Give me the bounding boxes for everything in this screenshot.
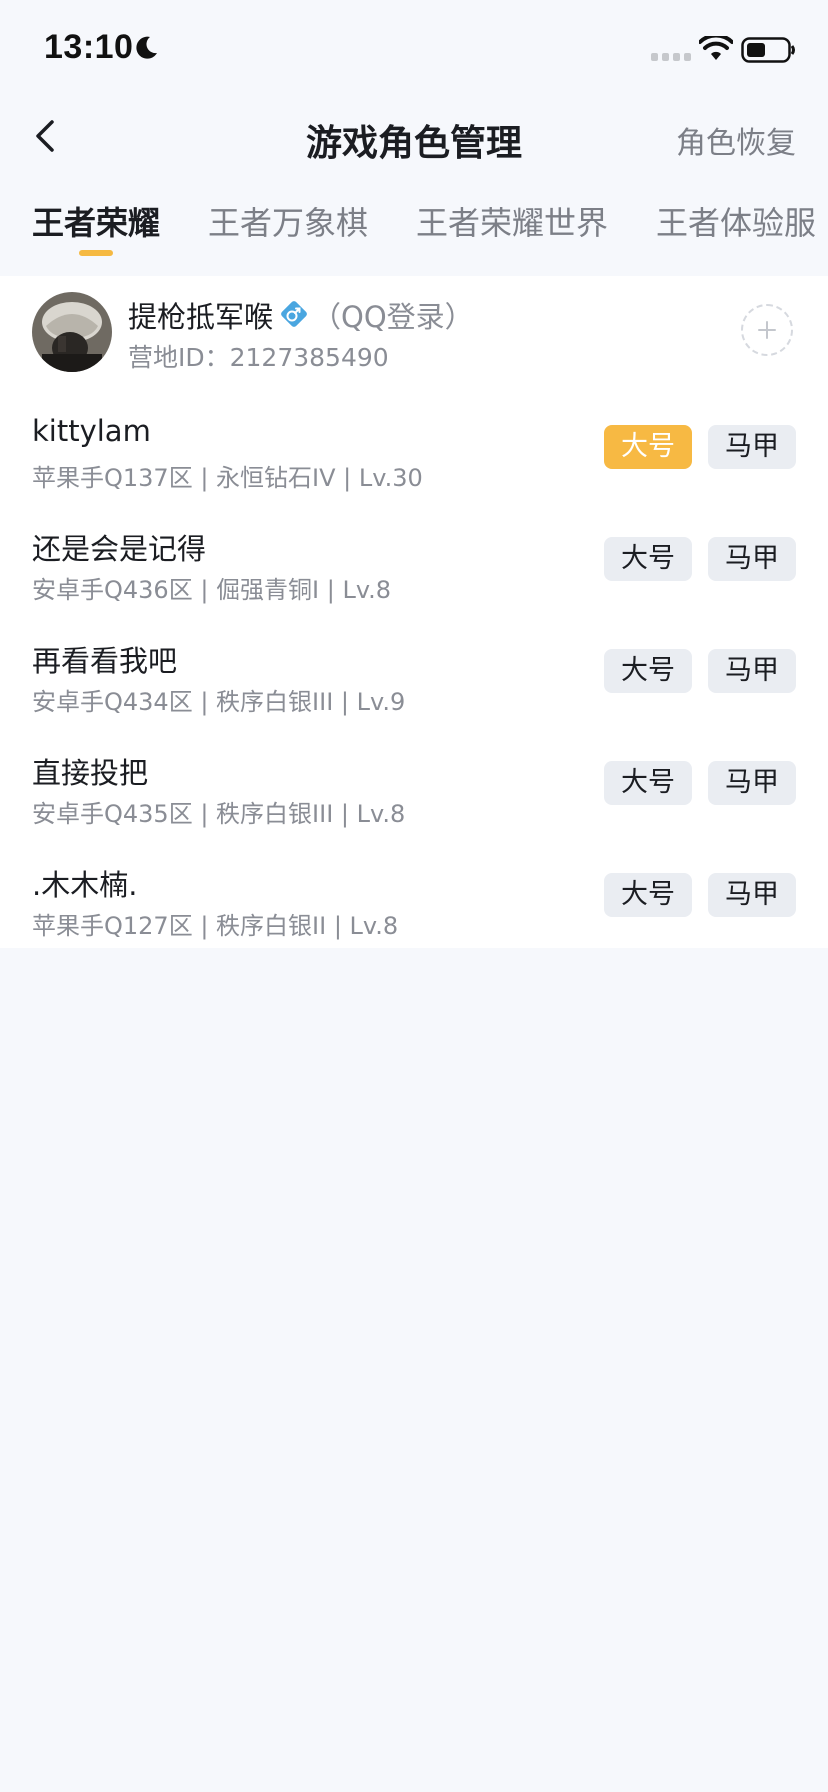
role-row: 直接投把 安卓手Q435区 | 秩序白银III | Lv.8 大号 马甲: [0, 740, 828, 852]
alt-account-button[interactable]: 马甲: [708, 425, 796, 469]
roles-card: 提枪抵军喉 （QQ登录） 营地ID：2127385490 kittylam 苹果…: [0, 276, 828, 948]
avatar[interactable]: [32, 292, 112, 372]
active-tab-indicator: [79, 250, 113, 256]
role-name: kittylam: [32, 414, 151, 448]
role-row: .木木楠. 苹果手Q127区 | 秩序白银II | Lv.8 大号 马甲: [0, 852, 828, 964]
status-bar: 13:10: [0, 0, 828, 100]
game-tabs: 王者荣耀 王者万象棋 王者荣耀世界 王者体验服: [0, 190, 828, 270]
role-detail: 苹果手Q127区 | 秩序白银II | Lv.8: [32, 912, 399, 940]
alt-account-button[interactable]: 马甲: [708, 761, 796, 805]
moon-icon: [136, 36, 157, 59]
main-account-button[interactable]: 大号: [604, 761, 692, 805]
tab-wangzhe-rongyao[interactable]: 王者荣耀: [32, 198, 160, 244]
status-time: 13:10: [44, 28, 134, 66]
alt-account-button[interactable]: 马甲: [708, 873, 796, 917]
main-account-button[interactable]: 大号: [604, 537, 692, 581]
account-header: 提枪抵军喉 （QQ登录） 营地ID：2127385490: [0, 276, 828, 396]
tab-wangzhe-wanxiangqi[interactable]: 王者万象棋: [208, 198, 368, 244]
nav-bar: 游戏角色管理 角色恢复: [0, 100, 828, 172]
alt-account-button[interactable]: 马甲: [708, 537, 796, 581]
add-icon: [758, 321, 776, 339]
tab-wangzhe-rongyao-shijie[interactable]: 王者荣耀世界: [416, 198, 608, 244]
role-name: 直接投把: [32, 756, 149, 790]
male-gender-icon: [281, 301, 307, 327]
role-name: 再看看我吧: [32, 644, 178, 678]
role-name: 还是会是记得: [32, 532, 207, 566]
role-detail: 安卓手Q436区 | 倔强青铜I | Lv.8: [32, 576, 392, 604]
battery-icon: [741, 37, 795, 63]
role-row: 还是会是记得 安卓手Q436区 | 倔强青铜I | Lv.8 大号 马甲: [0, 516, 828, 628]
signal-icon: [651, 53, 691, 61]
tab-wangzhe-tiyanfu[interactable]: 王者体验服: [656, 198, 816, 244]
wifi-icon: [699, 36, 733, 60]
login-type: （QQ登录）: [312, 300, 474, 334]
main-account-button[interactable]: 大号: [604, 425, 692, 469]
role-restore-link[interactable]: 角色恢复: [676, 118, 796, 162]
role-detail: 安卓手Q435区 | 秩序白银III | Lv.8: [32, 800, 406, 828]
role-name: .木木楠.: [32, 868, 138, 902]
main-account-button[interactable]: 大号: [604, 873, 692, 917]
role-row: kittylam 苹果手Q137区 | 永恒钻石IV | Lv.30 大号 马甲: [0, 404, 828, 516]
role-row: 再看看我吧 安卓手Q434区 | 秩序白银III | Lv.9 大号 马甲: [0, 628, 828, 740]
role-detail: 苹果手Q137区 | 永恒钻石IV | Lv.30: [32, 464, 423, 492]
add-role-button[interactable]: [741, 304, 793, 356]
camp-id: 营地ID：2127385490: [128, 343, 389, 372]
main-account-button[interactable]: 大号: [604, 649, 692, 693]
avatar-image: [32, 292, 112, 372]
alt-account-button[interactable]: 马甲: [708, 649, 796, 693]
account-name: 提枪抵军喉: [128, 300, 274, 334]
role-detail: 安卓手Q434区 | 秩序白银III | Lv.9: [32, 688, 406, 716]
